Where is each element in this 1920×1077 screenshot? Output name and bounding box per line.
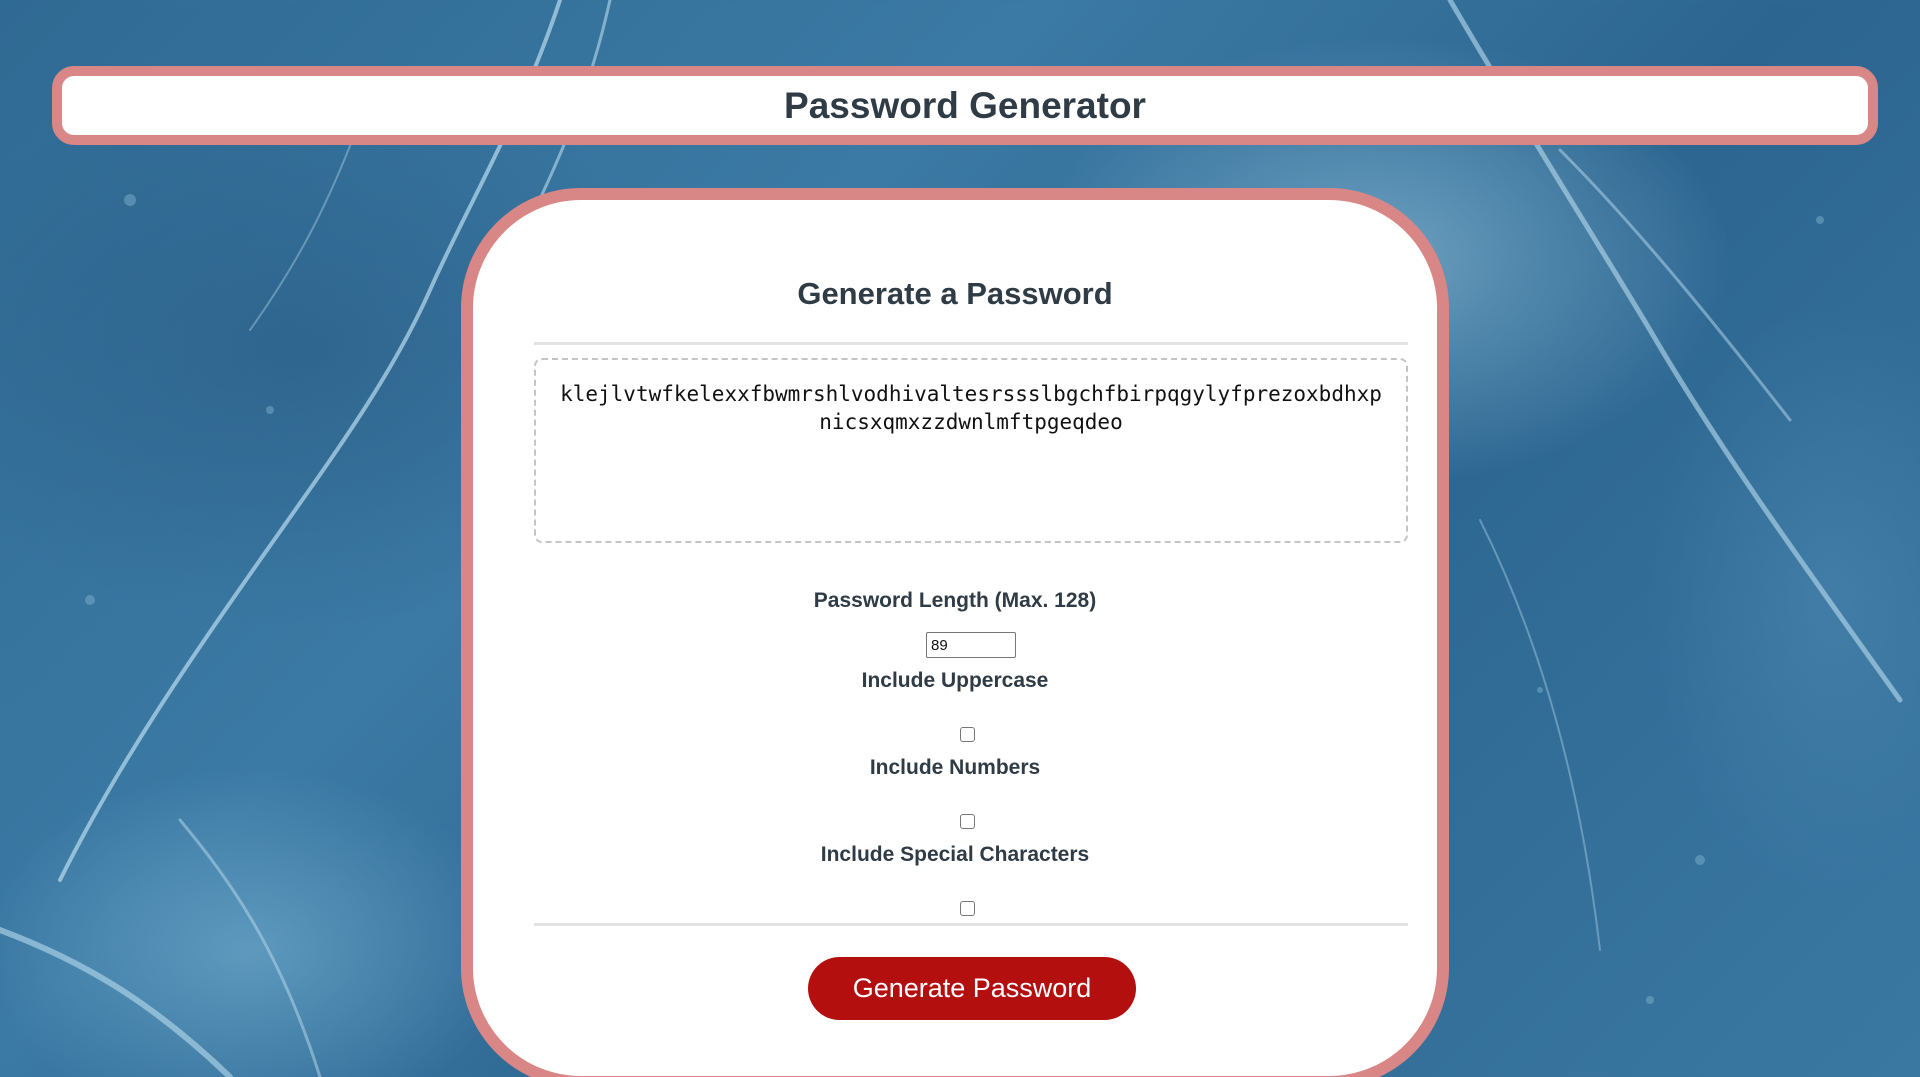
- special-characters-label: Include Special Characters: [820, 843, 1090, 866]
- generate-password-button[interactable]: Generate Password: [808, 957, 1136, 1020]
- special-characters-checkbox[interactable]: [960, 901, 975, 916]
- app-header: Password Generator: [52, 66, 1878, 145]
- password-length-label: Password Length (Max. 128): [813, 589, 1097, 612]
- password-length-input[interactable]: [926, 632, 1016, 658]
- uppercase-checkbox[interactable]: [960, 727, 975, 742]
- password-output[interactable]: klejlvtwfkelexxfbwmrshlvodhivaltesrssslb…: [534, 358, 1408, 543]
- uppercase-label: Include Uppercase: [861, 669, 1049, 692]
- numbers-label: Include Numbers: [869, 756, 1041, 779]
- generator-card: Generate a Password klejlvtwfkelexxfbwmr…: [461, 188, 1449, 1077]
- top-divider: [534, 342, 1408, 345]
- page-title: Password Generator: [784, 84, 1146, 126]
- bottom-divider: [534, 923, 1408, 926]
- card-title: Generate a Password: [797, 276, 1113, 311]
- numbers-checkbox[interactable]: [960, 814, 975, 829]
